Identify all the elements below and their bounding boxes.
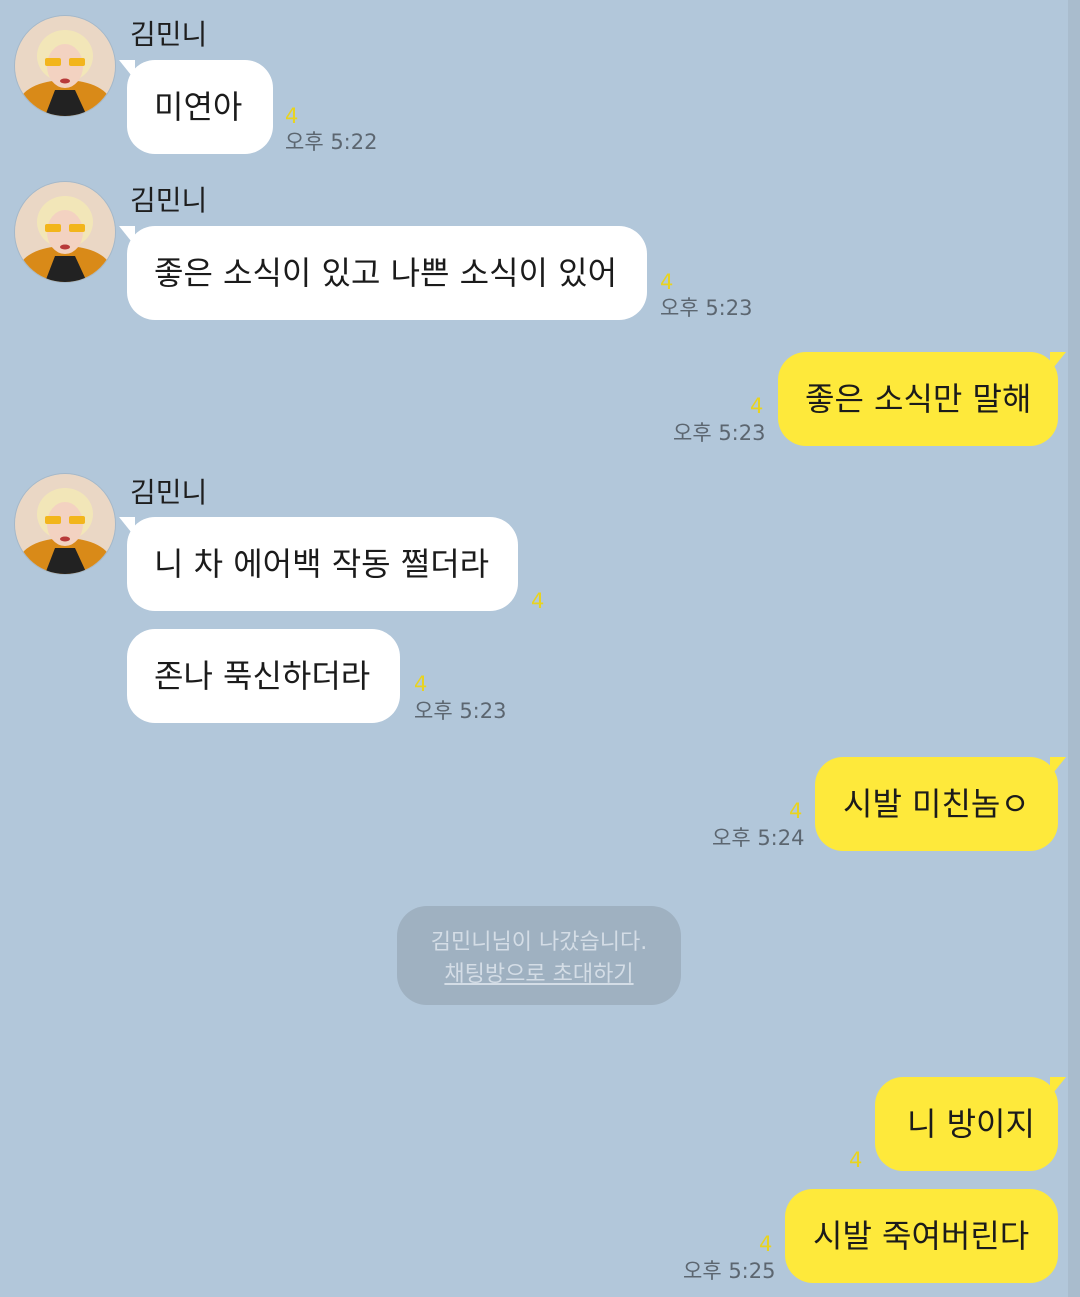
message-bubble-incoming[interactable]: 니 차 에어백 작동 쩔더라 [119, 517, 518, 611]
sender-name: 김민니 [130, 18, 208, 51]
invite-to-chat-link[interactable]: 채팅방으로 초대하기 [444, 960, 633, 990]
timestamp: 오후 5:25 [683, 1259, 776, 1283]
message-bubble-incoming[interactable]: 존나 푹신하더라 [127, 629, 400, 723]
scroll-track [1068, 0, 1080, 1297]
bubble-tail-icon [1050, 352, 1066, 372]
message-bubble-outgoing[interactable]: 좋은 소식만 말해 [778, 352, 1066, 446]
timestamp: 오후 5:22 [285, 130, 378, 154]
message-bubble-incoming[interactable]: 미연아 [119, 60, 273, 154]
timestamp: 오후 5:23 [673, 421, 766, 445]
message-text: 시발 죽여버린다 [813, 1217, 1030, 1255]
message-text: 니 차 에어백 작동 쩔더라 [154, 545, 490, 583]
message-text: 니 방이지 [907, 1105, 1035, 1143]
system-notice-text: 김민니님이 나갔습니다. [430, 930, 648, 955]
message-bubble-outgoing[interactable]: 시발 죽여버린다 [785, 1189, 1058, 1283]
unread-count: 4 [849, 1148, 863, 1172]
unread-count: 4 [531, 589, 545, 613]
message-bubble-outgoing[interactable]: 니 방이지 [875, 1077, 1066, 1171]
unread-count: 4 [789, 799, 803, 823]
timestamp: 오후 5:23 [660, 296, 753, 320]
message-text: 존나 푹신하더라 [154, 657, 371, 695]
unread-count: 4 [285, 104, 299, 128]
message-bubble-incoming[interactable]: 좋은 소식이 있고 나쁜 소식이 있어 [119, 226, 647, 320]
avatar[interactable] [15, 16, 115, 116]
message-text: 시발 미친놈ㅇ [843, 785, 1030, 823]
unread-count: 4 [750, 394, 764, 418]
message-text: 미연아 [154, 88, 243, 126]
avatar[interactable] [15, 182, 115, 282]
bubble-tail-icon [119, 517, 135, 537]
avatar[interactable] [15, 474, 115, 574]
bubble-tail-icon [119, 226, 135, 246]
message-text: 좋은 소식만 말해 [805, 380, 1032, 418]
unread-count: 4 [660, 270, 674, 294]
timestamp: 오후 5:23 [414, 699, 507, 723]
sender-name: 김민니 [130, 184, 208, 217]
message-text: 좋은 소식이 있고 나쁜 소식이 있어 [154, 254, 618, 292]
unread-count: 4 [414, 672, 428, 696]
bubble-tail-icon [1050, 1077, 1066, 1097]
unread-count: 4 [759, 1232, 773, 1256]
bubble-tail-icon [1050, 757, 1066, 777]
bubble-tail-icon [119, 60, 135, 80]
sender-name: 김민니 [130, 476, 208, 509]
message-bubble-outgoing[interactable]: 시발 미친놈ㅇ [815, 757, 1066, 851]
system-notice: 김민니님이 나갔습니다. 채팅방으로 초대하기 [397, 906, 681, 1005]
timestamp: 오후 5:24 [712, 826, 805, 850]
